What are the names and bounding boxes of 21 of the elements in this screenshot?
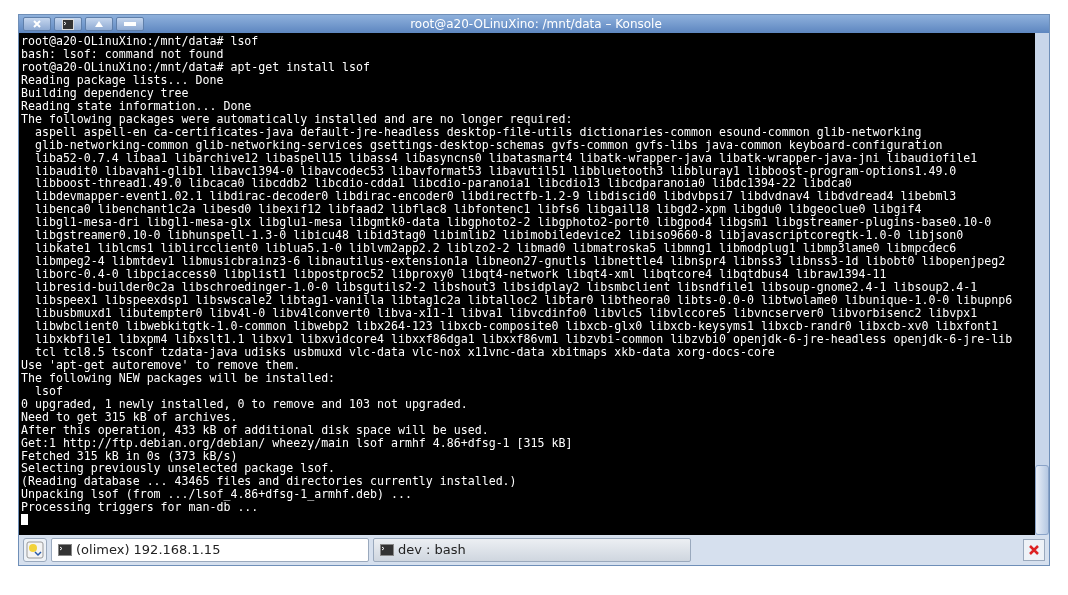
minimize-icon [124, 22, 136, 26]
scroll-thumb[interactable] [1035, 465, 1049, 535]
text-cursor [21, 514, 28, 526]
scroll-bar[interactable] [1035, 33, 1049, 535]
terminal-menu-button[interactable] [54, 17, 82, 31]
new-tab-button[interactable] [23, 538, 47, 562]
minimize-button[interactable] [116, 17, 144, 31]
terminal-tab[interactable]: (olimex) 192.168.1.15 [51, 538, 369, 562]
terminal-tab[interactable]: dev : bash [373, 538, 691, 562]
terminal-icon [58, 544, 72, 556]
maximize-button[interactable] [85, 17, 113, 31]
close-icon [1028, 544, 1040, 556]
new-tab-icon [26, 541, 44, 559]
terminal-icon [380, 544, 394, 556]
terminal-icon [62, 18, 74, 30]
terminal-output: root@a20-OLinuXino:/mnt/data# lsof bash: lsof: command not found root@a20-OLinuXino:/mnt/data# apt-get install lsof Reading package lists... Done Building dependency tree Reading state information... Done The following packages were automatically installed and are no longer required: aspell aspell-en ca-certificates-java default-jre-headless desktop-file-utils dictionaries-common esound-common glib-networking glib-networking-common glib-networking-services gsettings-desktop-schemas gvfs-common gvfs-libs java-common keyboard-configuration liba52-0.7.4 libaa1 libarchive12 libaspell15 libass4 libasyncns0 libatasmart4 libatk-wrapper-java libatk-wrapper-java-jni libaudiofile1 libaudit0 libavahi-glib1 libavc1394-0 libavcodec53 libavformat53 libavutil51 libbluetooth3 libbluray1 libboost-program-options1.49.0 libboost-thread1.49.0 libcaca0 libcddb2 libcdio-cdda1 libcdio-paranoia1 libcdio13 libcdparanoia0 libdc1394-22 libdca0 libdevmapper-event1.02.1 libdirac-decoder0 libdirac-encoder0 libdirectfb-1.2-9 libdiscid0 libdvbpsi7 libdvdnav4 libdvdread4 libebml3 libenca0 libenchant1c2a libesd0 libexif12 libfaad2 libflac8 libfontenc1 libfs6 libgail18 libgd2-xpm libgdu0 libgeoclue0 libgif4 libgl1-mesa-dri libgl1-mesa-glx libglu1-mesa libgmtk0-data libgphoto2-2 libgphoto2-port0 libgpod4 libgsm1 libgstreamer-plugins-base0.10-0 libgstreamer0.10-0 libhunspell-1.3-0 libicu48 libid3tag0 libimlib2 libimobiledevice2 libiso9660-8 libjavascriptcoregtk-1.0-0 libjson0 libkate1 liblcms1 liblircclient0 liblua5.1-0 liblvm2app2.2 liblzo2-2 libmad0 libmatroska5 libmng1 libmodplug1 libmp3lame0 libmpcdec6 libmpeg2-4 libmtdev1 libmusicbrainz3-6 libnautilus-extension1a libneon27-gnutls libnettle4 libnspr4 libnss3 libnss3-1d libobt0 libopenjpeg2 liborc-0.4-0 libpciaccess0 libplist1 libpostproc52 libproxy0 libqt4-network libqt4-xml libqtcore4 libqtdbus4 libraw1394-11 libresid-builder0c2a libschroedinger-1.0-0 libsgutils2-2 libshout3 libsidplay2 libsmbclient libsndfile1 libsoup-gnome2.4-1 libsoup2.4-1 libspeex1 libspeexdsp1 libswscale2 libtag1-vanilla libtag1c2a libtalloc2 libtar0 libtheora0 libts-0.0-0 libtwolame0 libunique-1.0-0 libupnp6 libusbmuxd1 libutempter0 libv4l-0 libv4lconvert0 libva-x11-1 libva1 libvcdinfo0 libvlc5 libvlccore5 libvncserver0 libvorbisenc2 libvpx1 libwbclient0 libwebkitgtk-1.0-common libwebp2 libx264-123 libxcb-composite0 libxcb-glx0 libxcb-keysyms1 libxcb-randr0 libxcb-xv0 libxfont1 libxkbfile1 libxpm4 libxslt1.1 libxv1 libxvidcore4 libxxf86dga1 libxxf86vm1 libzvbi-common libzvbi0 openjdk-6-jre-headless openjdk-6-jre-lib tcl tcl8.5 tsconf tzdata-java udisks usbmuxd vlc-data vlc-nox x11vnc-data xbitmaps xkb-data xorg-docs-core Use 'apt-get autoremove' to remove them. The following NEW packages will be installed: lsof 0 upgraded, 1 newly installed, 0 to remove and 103 not upgraded. Need to get 315 kB of archives. After this operation, 433 kB of additional disk space will be used. Get:1 http://ftp.debian.org/debian/ wheezy/main lsof armhf 4.86+dfsg-1 [315 kB] Fetched 315 kB in 0s (373 kB/s) Selecting previously unselected package lsof. (Reading database ... 43465 files and directories currently installed.) Unpacking lsof (from .../lsof_4.86+dfsg-1_armhf.deb) ... Processing triggers for man-db ... [19, 33, 1035, 535]
triangle-up-icon [95, 21, 103, 27]
close-icon [33, 20, 41, 28]
close-tab-button[interactable] [1023, 539, 1045, 561]
close-button[interactable] [23, 17, 51, 31]
window-title: root@a20-OLinuXino: /mnt/data – Konsole [409, 16, 663, 33]
